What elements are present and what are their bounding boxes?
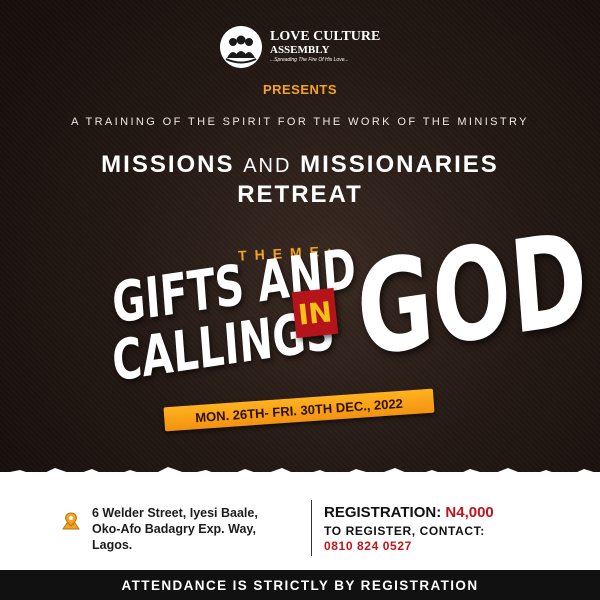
registration-info: REGISTRATION: N4,000 TO REGISTER, CONTAC… — [324, 504, 494, 553]
venue-address: 6 Welder Street, Iyesi Baale, Oko-Afo Ba… — [64, 505, 294, 553]
address-line-3: Lagos. — [92, 538, 133, 552]
presents-label: PRESENTS — [262, 82, 338, 97]
brand-tagline: ...Spreading The Fire Of His Love... — [270, 57, 349, 64]
address-line-2: Oko-Afo Badagry Exp. Way, — [92, 522, 256, 536]
title-retreat: RETREAT — [237, 181, 363, 208]
footer-banner: ATTENDANCE IS STRICTLY BY REGISTRATION — [0, 570, 600, 600]
brand-name: LOVE CULTURE — [270, 29, 381, 45]
people-icon — [220, 26, 262, 68]
brand-sub: ASSEMBLY — [270, 43, 330, 56]
event-title: MISSIONS AND MISSIONARIES RETREAT — [0, 150, 600, 210]
registration-phone: 0810 824 0527 — [324, 539, 412, 553]
title-missionaries: MISSIONARIES — [300, 151, 499, 178]
registration-label: REGISTRATION: — [324, 504, 442, 521]
title-and: AND — [243, 155, 292, 177]
training-subtitle: A TRAINING OF THE SPIRIT FOR THE WORK OF… — [71, 116, 529, 128]
info-divider — [311, 500, 312, 556]
theme-in-badge: IN — [291, 287, 339, 339]
event-poster: LOVE CULTURE ASSEMBLY ...Spreading The F… — [0, 0, 600, 600]
title-missions: MISSIONS — [101, 151, 235, 178]
brand-logo: LOVE CULTURE ASSEMBLY ...Spreading The F… — [220, 26, 380, 68]
registration-price: N4,000 — [445, 504, 494, 521]
address-line-1: 6 Welder Street, Iyesi Baale, — [92, 506, 258, 520]
registration-contact: TO REGISTER, CONTACT: — [324, 524, 485, 538]
